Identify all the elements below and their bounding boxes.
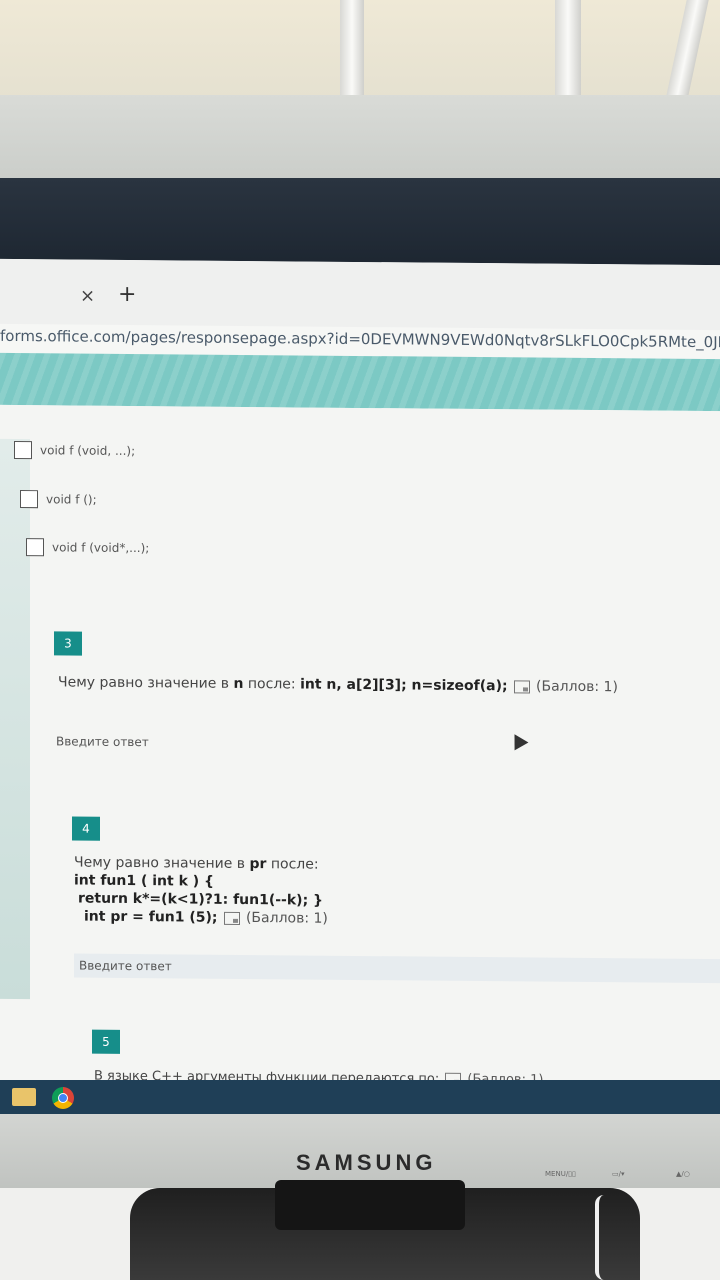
- option-row[interactable]: void f (void*,...);: [26, 538, 149, 557]
- wall-pipe: [555, 0, 581, 110]
- question-number-badge: 5: [92, 1029, 120, 1054]
- question-code-line: int pr = fun1 (5);: [84, 908, 218, 926]
- question-code-line: int fun1 ( int k ) {: [74, 872, 214, 890]
- question-number-badge: 4: [72, 816, 100, 841]
- answer-input[interactable]: Введите ответ: [79, 959, 172, 974]
- checkbox[interactable]: [26, 538, 44, 557]
- monitor-button-label: ▲/○: [676, 1170, 690, 1178]
- checkbox[interactable]: [20, 490, 38, 509]
- question-text: Чему равно значение в pr после: int fun1…: [74, 854, 328, 928]
- wall-pipe: [340, 0, 364, 110]
- monitor-button-label: ▭/▾: [612, 1170, 625, 1178]
- monitor-screen: × + forms.office.com/pages/responsepage.…: [0, 258, 720, 1121]
- monitor-bezel-top: [0, 95, 720, 190]
- monitor-screen-border: [0, 178, 720, 273]
- checkbox[interactable]: [14, 440, 32, 460]
- question-variable: n: [233, 675, 244, 692]
- address-bar[interactable]: forms.office.com/pages/responsepage.aspx…: [0, 322, 720, 356]
- option-row[interactable]: void f (void, ...);: [14, 440, 136, 460]
- option-label: void f ();: [46, 492, 97, 507]
- background-strip: [0, 438, 30, 1000]
- file-explorer-icon[interactable]: [12, 1088, 36, 1106]
- option-label: void f (void, ...);: [40, 443, 136, 459]
- windows-taskbar: [0, 1080, 720, 1114]
- option-row[interactable]: void f ();: [20, 490, 97, 509]
- points-label: (Баллов: 1): [536, 678, 618, 696]
- immersive-reader-icon[interactable]: [514, 679, 531, 693]
- question-text-part: после:: [266, 856, 319, 873]
- new-tab-icon[interactable]: +: [118, 282, 136, 307]
- question-number-badge: 3: [54, 631, 82, 656]
- chrome-icon[interactable]: [52, 1087, 74, 1109]
- question-text-part: после:: [243, 675, 301, 693]
- power-cable: [595, 1195, 613, 1280]
- question-text-part: Чему равно значение в: [58, 674, 234, 692]
- question-code: int n, a[2][3]; n=sizeof(a);: [300, 676, 508, 695]
- option-label: void f (void*,...);: [52, 540, 150, 556]
- browser-tab-bar: × +: [0, 258, 720, 331]
- monitor-stand-neck: [275, 1180, 465, 1230]
- monitor-button-label: MENU/▯▯: [545, 1170, 576, 1178]
- question-text-part: Чему равно значение в: [74, 854, 250, 873]
- immersive-reader-icon[interactable]: [223, 911, 240, 925]
- form-header-banner: [0, 352, 720, 412]
- question-code-line: return k*=(k<1)?1: fun1(--k); }: [78, 890, 324, 909]
- monitor-brand-logo: SAMSUNG: [296, 1150, 437, 1175]
- tab-close-icon[interactable]: ×: [80, 286, 95, 307]
- form-content: [0, 404, 720, 1121]
- points-label: (Баллов: 1): [245, 910, 328, 927]
- answer-input[interactable]: Введите ответ: [56, 734, 149, 749]
- question-variable: pr: [249, 856, 267, 873]
